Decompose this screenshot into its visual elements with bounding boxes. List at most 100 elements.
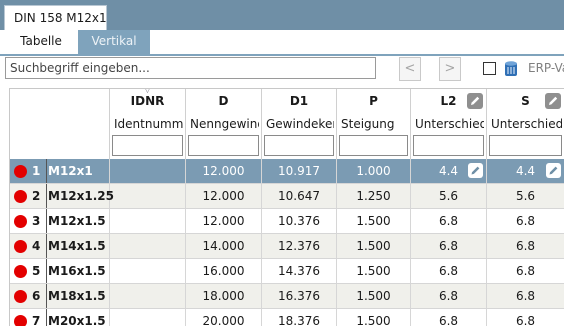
row-number: 7 bbox=[32, 314, 41, 326]
cell-d1[interactable]: 12.376 bbox=[262, 234, 337, 258]
row-number: 3 bbox=[32, 214, 41, 228]
table-row[interactable]: 4 M14x1.5 14.000 12.376 1.500 6.8 6.8 bbox=[10, 234, 564, 259]
filter-s[interactable] bbox=[489, 135, 562, 156]
filter-l2[interactable] bbox=[413, 135, 484, 156]
table-row[interactable]: 5 M16x1.5 16.000 14.376 1.500 6.8 6.8 bbox=[10, 259, 564, 284]
header-p[interactable]: P Steigung bbox=[337, 89, 411, 159]
row-header[interactable]: 1 M12x1 bbox=[10, 159, 110, 183]
cell-s[interactable]: 6.8 bbox=[487, 309, 564, 326]
table-row[interactable]: 3 M12x1.5 12.000 10.376 1.500 6.8 6.8 bbox=[10, 209, 564, 234]
cell-s[interactable]: 5.6 bbox=[487, 184, 564, 208]
filter-p[interactable] bbox=[339, 135, 408, 156]
tab-divider bbox=[0, 54, 564, 56]
cell-d[interactable]: 20.000 bbox=[186, 309, 262, 326]
cell-l2[interactable]: 6.8 bbox=[411, 284, 487, 308]
cell-d[interactable]: 12.000 bbox=[186, 209, 262, 233]
status-dot-icon bbox=[14, 165, 27, 178]
column-title: P bbox=[369, 94, 378, 108]
document-tab[interactable]: DIN 158 M12x1 bbox=[4, 5, 107, 30]
row-header[interactable]: 3 M12x1.5 bbox=[10, 209, 110, 233]
cell-idnr[interactable] bbox=[110, 259, 186, 283]
cell-l2[interactable]: 5.6 bbox=[411, 184, 487, 208]
header-l2[interactable]: L2 Unterschied bbox=[411, 89, 487, 159]
cell-l2[interactable]: 6.8 bbox=[411, 309, 487, 326]
cell-idnr[interactable] bbox=[110, 309, 186, 326]
cell-idnr[interactable] bbox=[110, 159, 186, 183]
next-button[interactable]: > bbox=[439, 57, 461, 81]
cell-s[interactable]: 6.8 bbox=[487, 259, 564, 283]
cell-d[interactable]: 12.000 bbox=[186, 159, 262, 183]
cell-s[interactable]: 6.8 bbox=[487, 284, 564, 308]
cell-l2[interactable]: 6.8 bbox=[411, 209, 487, 233]
column-description: Identnummer bbox=[114, 117, 183, 131]
title-bar: DIN 158 M12x1 bbox=[0, 0, 564, 30]
previous-button[interactable]: < bbox=[399, 57, 421, 81]
row-number: 5 bbox=[32, 264, 41, 278]
edit-icon[interactable] bbox=[546, 163, 561, 178]
cell-d[interactable]: 16.000 bbox=[186, 259, 262, 283]
header-s[interactable]: S Unterschied bbox=[487, 89, 564, 159]
row-header[interactable]: 4 M14x1.5 bbox=[10, 234, 110, 258]
cell-s[interactable]: 6.8 bbox=[487, 234, 564, 258]
cell-d1[interactable]: 10.647 bbox=[262, 184, 337, 208]
edit-icon[interactable] bbox=[545, 93, 561, 109]
cell-idnr[interactable] bbox=[110, 234, 186, 258]
cell-d[interactable]: 12.000 bbox=[186, 184, 262, 208]
column-title: D1 bbox=[289, 94, 309, 108]
cell-p[interactable]: 1.500 bbox=[337, 209, 411, 233]
database-icon bbox=[505, 61, 517, 76]
table-row[interactable]: 7 M20x1.5 20.000 18.376 1.500 6.8 6.8 bbox=[10, 309, 564, 326]
column-description: Gewindekern bbox=[266, 117, 334, 131]
cell-s[interactable]: 6.8 bbox=[487, 209, 564, 233]
row-name: M16x1.5 bbox=[46, 259, 106, 283]
status-dot-icon bbox=[14, 190, 27, 203]
row-number: 1 bbox=[32, 164, 41, 178]
row-header[interactable]: 2 M12x1.25 bbox=[10, 184, 114, 208]
row-name: M12x1.25 bbox=[46, 184, 114, 208]
cell-idnr[interactable] bbox=[110, 209, 186, 233]
tab-tabelle[interactable]: Tabelle bbox=[4, 30, 78, 54]
row-number: 4 bbox=[32, 239, 41, 253]
header-d[interactable]: D Nenngewinde bbox=[186, 89, 262, 159]
table-row[interactable]: 6 M18x1.5 18.000 16.376 1.500 6.8 6.8 bbox=[10, 284, 564, 309]
row-header[interactable]: 7 M20x1.5 bbox=[10, 309, 110, 326]
table-row[interactable]: 2 M12x1.25 12.000 10.647 1.250 5.6 5.6 bbox=[10, 184, 564, 209]
cell-d[interactable]: 18.000 bbox=[186, 284, 262, 308]
cell-p[interactable]: 1.250 bbox=[337, 184, 411, 208]
cell-p[interactable]: 1.500 bbox=[337, 259, 411, 283]
status-dot-icon bbox=[14, 315, 27, 326]
edit-icon[interactable] bbox=[467, 93, 483, 109]
row-header[interactable]: 5 M16x1.5 bbox=[10, 259, 110, 283]
cell-d1[interactable]: 10.376 bbox=[262, 209, 337, 233]
column-title: D bbox=[218, 94, 229, 108]
header-d1[interactable]: D1 Gewindekern bbox=[262, 89, 337, 159]
cell-p[interactable]: 1.500 bbox=[337, 284, 411, 308]
table-row[interactable]: 1 M12x1 12.000 10.917 1.000 4.4 4.4 bbox=[10, 159, 564, 184]
search-input[interactable]: Suchbegriff eingeben... bbox=[5, 57, 376, 79]
cell-l2[interactable]: 6.8 bbox=[411, 259, 487, 283]
cell-idnr[interactable] bbox=[110, 184, 186, 208]
cell-p[interactable]: 1.500 bbox=[337, 309, 411, 326]
filter-idnr[interactable] bbox=[112, 135, 183, 156]
edit-icon[interactable] bbox=[468, 163, 483, 178]
row-number: 6 bbox=[32, 289, 41, 303]
cell-d1[interactable]: 18.376 bbox=[262, 309, 337, 326]
cell-l2[interactable]: 6.8 bbox=[411, 234, 487, 258]
filter-d[interactable] bbox=[188, 135, 259, 156]
row-name: M12x1 bbox=[46, 159, 93, 183]
row-header[interactable]: 6 M18x1.5 bbox=[10, 284, 110, 308]
cell-d1[interactable]: 10.917 bbox=[262, 159, 337, 183]
cell-d1[interactable]: 14.376 bbox=[262, 259, 337, 283]
tab-vertikal[interactable]: Vertikal bbox=[78, 30, 150, 54]
row-name: M12x1.5 bbox=[46, 209, 106, 233]
status-dot-icon bbox=[14, 215, 27, 228]
row-number: 2 bbox=[32, 189, 41, 203]
cell-p[interactable]: 1.500 bbox=[337, 234, 411, 258]
filter-d1[interactable] bbox=[264, 135, 334, 156]
cell-d1[interactable]: 16.376 bbox=[262, 284, 337, 308]
cell-idnr[interactable] bbox=[110, 284, 186, 308]
cell-p[interactable]: 1.000 bbox=[337, 159, 411, 183]
erp-checkbox[interactable] bbox=[483, 62, 496, 75]
cell-d[interactable]: 14.000 bbox=[186, 234, 262, 258]
header-idnr[interactable]: ▽ IDNR Identnummer bbox=[110, 89, 186, 159]
